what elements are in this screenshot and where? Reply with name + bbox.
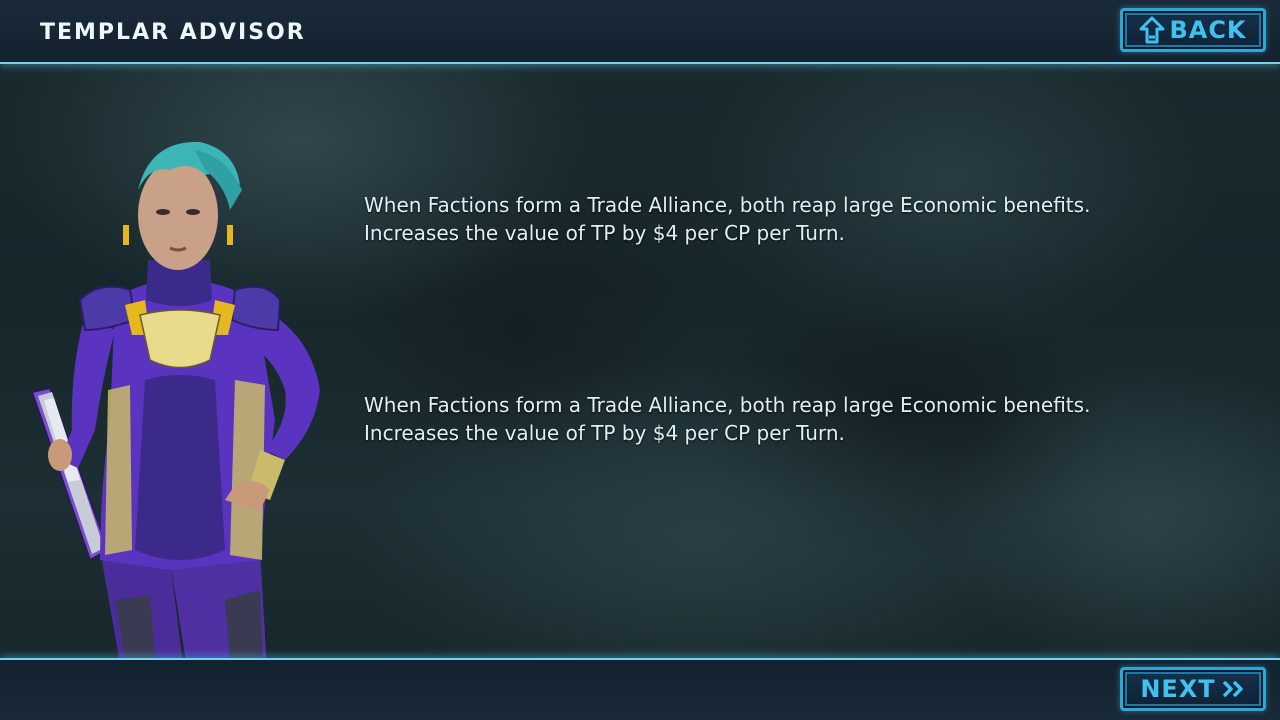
advisor-message-2-line-2: Increases the value of TP by $4 per CP p… bbox=[364, 421, 845, 445]
advisor-message-2-line-1: When Factions form a Trade Alliance, bot… bbox=[364, 393, 1091, 417]
back-button-label: BACK bbox=[1169, 16, 1247, 44]
next-button-label: NEXT bbox=[1140, 675, 1216, 703]
bottom-bar bbox=[0, 658, 1280, 720]
advisor-screen: TEMPLAR ADVISOR BACK When Factions form … bbox=[0, 0, 1280, 720]
advisor-message-1-line-2: Increases the value of TP by $4 per CP p… bbox=[364, 221, 845, 245]
page-title: TEMPLAR ADVISOR bbox=[40, 20, 306, 45]
next-button[interactable]: NEXT bbox=[1120, 667, 1266, 711]
double-chevron-right-icon bbox=[1222, 679, 1246, 699]
advisor-message-1: When Factions form a Trade Alliance, bot… bbox=[364, 191, 1224, 247]
advisor-message-2: When Factions form a Trade Alliance, bot… bbox=[364, 391, 1224, 447]
back-arrow-icon bbox=[1139, 16, 1165, 44]
top-bar: TEMPLAR ADVISOR BACK bbox=[0, 0, 1280, 64]
back-button[interactable]: BACK bbox=[1120, 8, 1266, 52]
advisor-portrait bbox=[20, 130, 340, 720]
advisor-message-1-line-1: When Factions form a Trade Alliance, bot… bbox=[364, 193, 1091, 217]
